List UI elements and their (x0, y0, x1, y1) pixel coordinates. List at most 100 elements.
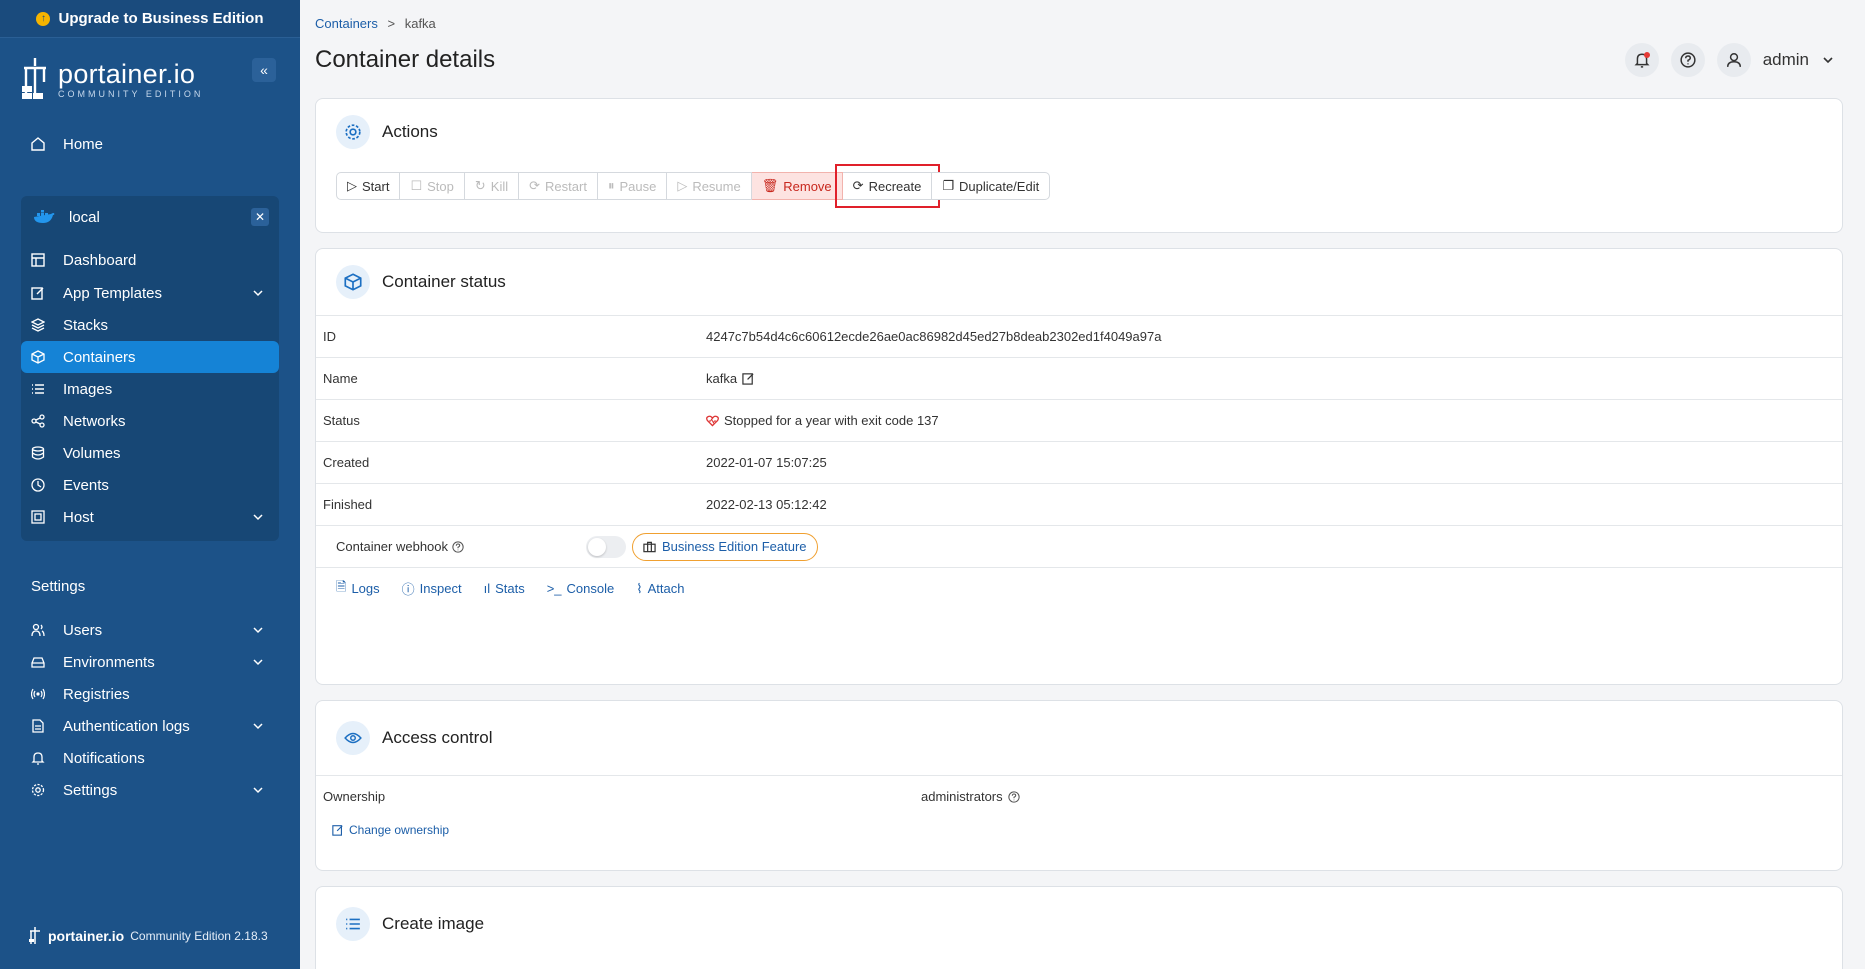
copy-icon: ❐ (942, 178, 954, 193)
server-icon (31, 655, 45, 669)
sidebar-item-users[interactable]: Users (21, 614, 279, 646)
remove-button[interactable]: 🗑 Remove (751, 172, 843, 200)
portainer-logo-icon (22, 58, 46, 99)
breadcrumb-containers-link[interactable]: Containers (315, 16, 378, 31)
upgrade-label: Upgrade to Business Edition (58, 10, 264, 27)
environment-header[interactable]: local ✕ (21, 200, 279, 234)
refresh-icon: ⟳ (852, 178, 864, 193)
status-row-created: Created 2022-01-07 15:07:25 (316, 441, 1842, 483)
sidebar-item-stacks[interactable]: Stacks (21, 309, 279, 341)
sidebar-item-label: Dashboard (63, 251, 137, 269)
change-ownership-link[interactable]: Change ownership (316, 823, 1842, 837)
restart-button[interactable]: ⟳ Restart (519, 172, 598, 200)
collapse-sidebar-button[interactable]: « (252, 58, 276, 82)
main-content: Containers > kafka Container details adm… (300, 0, 1865, 969)
sidebar-item-home[interactable]: Home (21, 128, 279, 160)
terminal-icon: >_ (546, 581, 562, 596)
environment-name: local (69, 208, 100, 226)
dashboard-icon (31, 253, 45, 267)
brand-name: portainer.io (58, 59, 196, 89)
sidebar-item-networks[interactable]: Networks (21, 405, 279, 437)
upgrade-icon: ↑ (36, 11, 51, 26)
row-label: Status (323, 413, 360, 428)
user-icon (1726, 52, 1741, 67)
attach-label: Attach (647, 581, 685, 596)
help-button[interactable] (1670, 43, 1705, 77)
sidebar-item-settings[interactable]: Settings (21, 774, 279, 806)
recreate-label: Recreate (868, 178, 922, 194)
pause-icon: ⏸ (607, 178, 615, 193)
row-label: Finished (323, 497, 373, 512)
edit-icon (31, 286, 45, 300)
briefcase-icon (643, 541, 656, 552)
sidebar-item-events[interactable]: Events (21, 469, 279, 501)
create-image-title: Create image (382, 914, 485, 933)
kill-button[interactable]: ↻ Kill (464, 172, 520, 200)
upgrade-banner[interactable]: ↑ Upgrade to Business Edition (0, 0, 300, 38)
duplicate-edit-label: Duplicate/Edit (958, 178, 1040, 194)
footer-brand-name: portainer.io (48, 928, 125, 944)
logs-link[interactable]: 🗎 Logs (336, 578, 380, 600)
ownership-row: Ownership administrators (316, 775, 1842, 817)
refresh-icon: ⟳ (529, 178, 541, 193)
share-icon (31, 414, 45, 428)
sidebar-item-notifications[interactable]: Notifications (21, 742, 279, 774)
pause-button[interactable]: ⏸ Pause (597, 172, 668, 200)
finished-timestamp: 2022-02-13 05:12:42 (706, 497, 827, 512)
sidebar-item-images[interactable]: Images (21, 373, 279, 405)
page-title: Container details (315, 46, 496, 73)
footer-version: Community Edition 2.18.3 (130, 929, 268, 943)
webhook-toggle[interactable] (586, 535, 626, 558)
sidebar-item-app-templates[interactable]: App Templates (21, 277, 279, 309)
database-icon (31, 446, 45, 460)
access-control-card: Access control Ownership administrators … (315, 700, 1843, 871)
chevron-down-icon[interactable] (1821, 53, 1835, 67)
sidebar-item-label: Networks (63, 412, 126, 430)
notifications-button[interactable] (1624, 43, 1659, 77)
status-row-name: Name kafka (316, 357, 1842, 399)
sidebar-item-containers[interactable]: Containers (21, 341, 279, 373)
business-edition-badge[interactable]: Business Edition Feature (632, 532, 818, 561)
close-environment-button[interactable]: ✕ (251, 208, 269, 226)
actions-card: Actions ▷ Start ☐ Stop ↻ Kill ⟳ Restart ⏸ Pau… (315, 98, 1843, 233)
sidebar-item-dashboard[interactable]: Dashboard (21, 244, 279, 276)
sidebar-item-volumes[interactable]: Volumes (21, 437, 279, 469)
brand-logo[interactable]: portainer.io COMMUNITY EDITION (20, 56, 203, 104)
recreate-button[interactable]: ⟳ Recreate (834, 164, 941, 208)
created-timestamp: 2022-01-07 15:07:25 (706, 455, 827, 470)
duplicate-edit-button[interactable]: ❐ Duplicate/Edit (932, 172, 1051, 200)
actions-header: Actions (316, 99, 1842, 165)
user-name[interactable]: admin (1763, 50, 1809, 70)
sidebar-item-label: Environments (63, 653, 155, 671)
stats-label: Stats (495, 581, 525, 596)
stats-link[interactable]: ıl Stats (484, 581, 525, 596)
sidebar-item-label: Events (63, 476, 109, 494)
console-link[interactable]: >_ Console (547, 581, 615, 596)
user-avatar[interactable] (1716, 43, 1751, 77)
sidebar-item-label: Host (63, 508, 94, 526)
host-icon (31, 510, 45, 524)
sidebar-item-environments[interactable]: Environments (21, 646, 279, 678)
container-status-title: Container status (382, 272, 506, 291)
sidebar-item-label: Stacks (63, 316, 109, 334)
brand-subtitle: COMMUNITY EDITION (58, 89, 204, 99)
pause-label: Pause (619, 178, 657, 194)
file-text-icon: 🗎 (336, 578, 347, 594)
attach-link[interactable]: ⌇ Attach (636, 581, 684, 597)
edit-icon[interactable] (742, 372, 755, 385)
trash-icon: 🗑 (761, 178, 779, 193)
inspect-link[interactable]: ⓘ Inspect (402, 579, 462, 598)
start-button[interactable]: ▷ Start (336, 172, 401, 200)
sidebar-item-label: Notifications (63, 749, 145, 767)
sidebar-item-registries[interactable]: Registries (21, 678, 279, 710)
change-ownership-label: Change ownership (349, 823, 450, 837)
sidebar-item-authentication-logs[interactable]: Authentication logs (21, 710, 279, 742)
row-label: Name (323, 371, 358, 386)
resume-button[interactable]: ▷ Resume (667, 172, 752, 200)
stop-button[interactable]: ☐ Stop (400, 172, 465, 200)
inspect-label: Inspect (419, 581, 462, 596)
sidebar-item-host[interactable]: Host (21, 501, 279, 533)
header-toolbar: admin (1624, 43, 1835, 77)
list-icon (31, 382, 45, 396)
help-icon (1007, 790, 1020, 803)
